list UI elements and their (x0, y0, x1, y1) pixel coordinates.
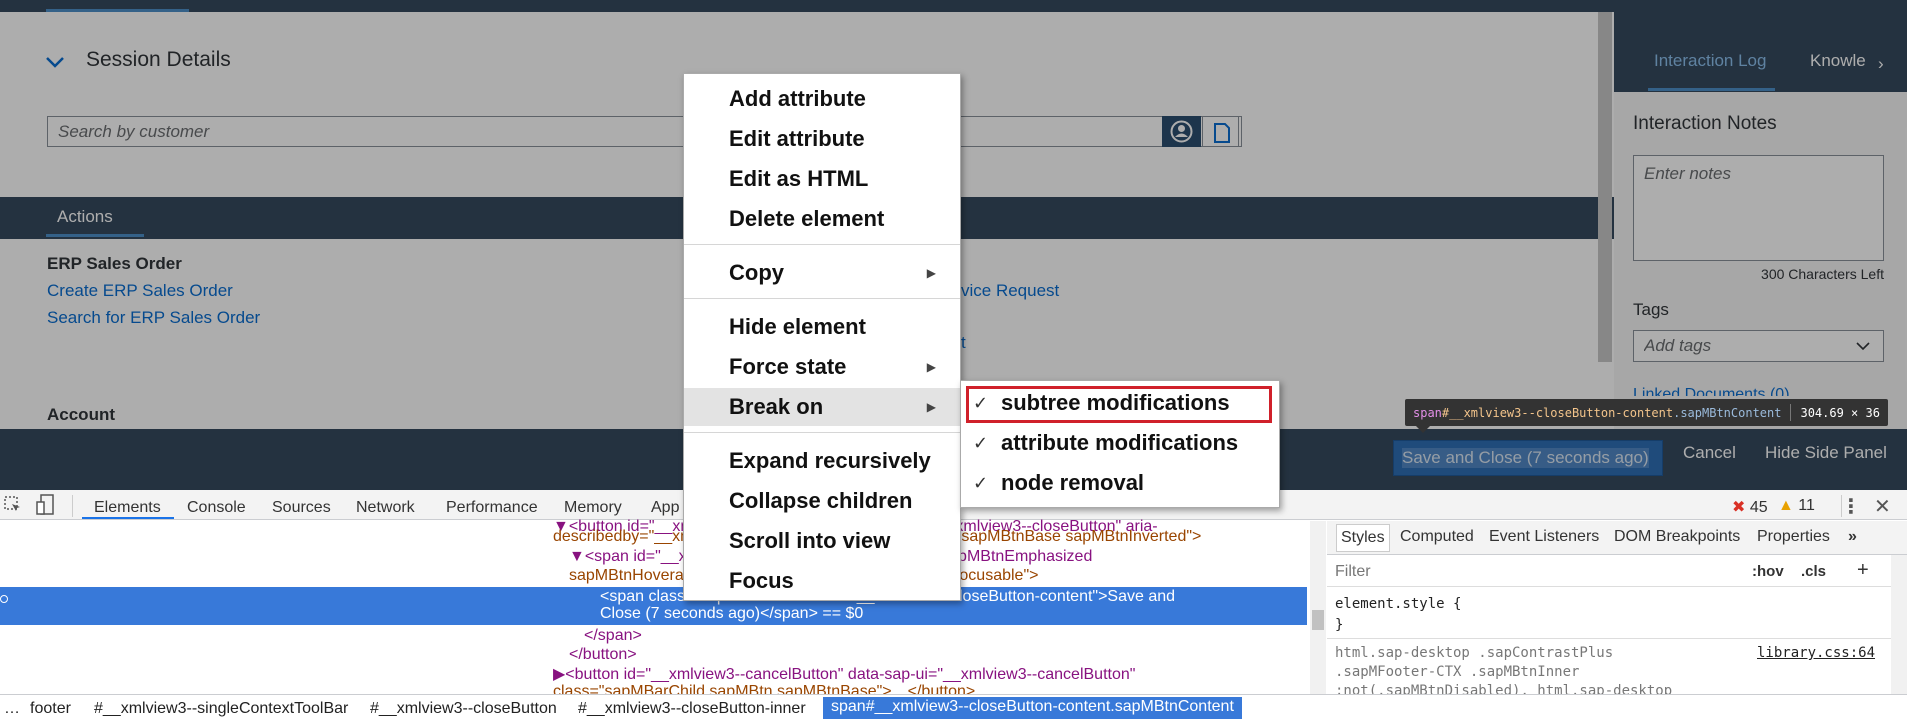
code-text: </button> (569, 646, 637, 663)
tab-event-listeners[interactable]: Event Listeners (1489, 528, 1599, 546)
menu-scroll-into-view[interactable]: Scroll into view (684, 522, 960, 560)
inspect-element-icon[interactable] (4, 496, 22, 514)
tooltip-id: #__xmlview3--closeButton-content (1441, 405, 1674, 420)
menu-hide-element[interactable]: Hide element (684, 308, 960, 346)
warning-icon: ▲ (1778, 497, 1794, 514)
menu-edit-as-html[interactable]: Edit as HTML (684, 160, 960, 198)
tooltip-tag: span (1413, 405, 1442, 420)
submenu-arrow-icon: ▶ (926, 266, 936, 280)
submenu-attribute-modifications[interactable]: ✓ attribute modifications (961, 424, 1279, 462)
menu-separator (684, 298, 960, 299)
device-toolbar-icon[interactable] (36, 494, 56, 516)
submenu-arrow-icon: ▶ (926, 400, 936, 414)
menu-force-state-label: Force state (729, 354, 847, 379)
breadcrumb-close-button[interactable]: #__xmlview3--closeButton (370, 700, 557, 718)
breadcrumb-close-inner[interactable]: #__xmlview3--closeButton-inner (578, 700, 806, 718)
highlight-annotation (966, 386, 1272, 423)
close-devtools-icon[interactable]: ✕ (1874, 494, 1891, 519)
element-style-close: } (1335, 617, 1344, 633)
tab-application[interactable]: App (651, 499, 679, 517)
error-count-value: 45 (1749, 499, 1768, 516)
code-line[interactable]: </button> (569, 645, 637, 665)
menu-copy[interactable]: Copy ▶ (684, 254, 960, 292)
context-menu: Add attribute Edit attribute Edit as HTM… (683, 73, 961, 601)
elements-tab-indicator (82, 517, 174, 519)
menu-break-on-label: Break on (729, 394, 824, 419)
menu-separator (684, 432, 960, 433)
add-style-rule-icon[interactable]: + (1857, 559, 1869, 582)
checkmark-icon: ✓ (973, 473, 989, 493)
menu-edit-attribute[interactable]: Edit attribute (684, 120, 960, 158)
tab-performance[interactable]: Performance (446, 499, 538, 517)
tooltip-separator (1790, 404, 1792, 421)
selection-marker (0, 595, 8, 603)
code-text: Close (7 seconds ago)</span> == $0 (600, 605, 864, 622)
code-text: </span> (584, 627, 642, 644)
menu-focus[interactable]: Focus (684, 562, 960, 600)
class-toggle[interactable]: .cls (1801, 563, 1826, 580)
menu-expand-recursively[interactable]: Expand recursively (684, 442, 960, 480)
styles-scrollbar[interactable] (1891, 555, 1907, 694)
menu-copy-label: Copy (729, 260, 784, 285)
rule-selector-line: .sapMFooter-CTX .sapMBtnInner (1335, 664, 1580, 680)
code-line[interactable]: </span> (584, 626, 642, 646)
error-count[interactable]: ✖ 45 (1732, 497, 1768, 517)
tab-sources[interactable]: Sources (272, 499, 331, 517)
element-style-rule[interactable]: element.style { (1335, 596, 1461, 612)
tab-properties[interactable]: Properties (1757, 528, 1830, 546)
submenu-node-removal[interactable]: ✓ node removal (961, 464, 1279, 502)
style-source-link[interactable]: library.css:64 (1757, 645, 1875, 661)
error-icon: ✖ (1732, 499, 1746, 516)
tab-computed[interactable]: Computed (1400, 528, 1474, 546)
toolbar-divider (72, 495, 73, 517)
code-line[interactable]: Close (7 seconds ago)</span> == $0 (600, 604, 863, 624)
menu-force-state[interactable]: Force state ▶ (684, 348, 960, 386)
devtools-toolbar-right (1327, 490, 1907, 520)
more-options-icon[interactable]: ⋮ (1841, 494, 1861, 519)
breadcrumb-footer[interactable]: footer (30, 700, 71, 718)
dom-tree-scroll-thumb[interactable] (1312, 610, 1324, 630)
tab-styles[interactable]: Styles (1336, 524, 1390, 552)
tooltip-class: .sapMBtnContent (1673, 405, 1782, 420)
menu-collapse-children[interactable]: Collapse children (684, 482, 960, 520)
styles-filter-input[interactable]: Filter (1335, 563, 1371, 581)
breadcrumb-toolbar[interactable]: #__xmlview3--singleContextToolBar (94, 700, 348, 718)
tab-dom-breakpoints[interactable]: DOM Breakpoints (1614, 528, 1740, 546)
code-text: class="sapMBarChild sapMBtn sapMBtnBase"… (553, 683, 976, 694)
menu-break-on[interactable]: Break on ▶ (684, 388, 960, 426)
menu-separator (684, 244, 960, 245)
code-text: ▶<button id="__xmlview3--cancelButton" d… (553, 666, 1136, 683)
tab-console[interactable]: Console (187, 499, 246, 517)
dom-tree-scrollbar[interactable] (1310, 521, 1326, 694)
more-tabs-icon[interactable]: » (1848, 528, 1857, 546)
menu-add-attribute[interactable]: Add attribute (684, 80, 960, 118)
menu-delete-element[interactable]: Delete element (684, 200, 960, 238)
styles-divider (1327, 586, 1891, 587)
warning-count[interactable]: ▲ 11 (1778, 497, 1815, 515)
code-line[interactable]: class="sapMBarChild sapMBtn sapMBtnBase"… (553, 682, 975, 694)
warning-count-value: 11 (1798, 497, 1815, 514)
tab-elements[interactable]: Elements (94, 499, 161, 517)
breadcrumb-more[interactable]: … (4, 700, 20, 718)
submenu-attribute-label: attribute modifications (1001, 430, 1239, 455)
rule-selector-line: :not(.sapMBtnDisabled), html.sap-desktop (1335, 683, 1673, 694)
rule-selector-line: html.sap-desktop .sapContrastPlus (1335, 645, 1614, 661)
submenu-node-removal-label: node removal (1001, 470, 1145, 495)
tab-memory[interactable]: Memory (564, 499, 622, 517)
hover-state-toggle[interactable]: :hov (1752, 563, 1784, 580)
breadcrumb-active[interactable]: span#__xmlview3--closeButton-content.sap… (823, 697, 1242, 719)
tooltip-arrow (1416, 426, 1430, 433)
submenu-arrow-icon: ▶ (926, 360, 936, 374)
styles-divider (1327, 638, 1891, 639)
tooltip-size: 304.69 × 36 (1800, 405, 1880, 420)
tab-network[interactable]: Network (356, 499, 415, 517)
checkmark-icon: ✓ (973, 433, 989, 453)
inspect-tooltip: span #__xmlview3--closeButton-content .sap… (1405, 399, 1888, 426)
